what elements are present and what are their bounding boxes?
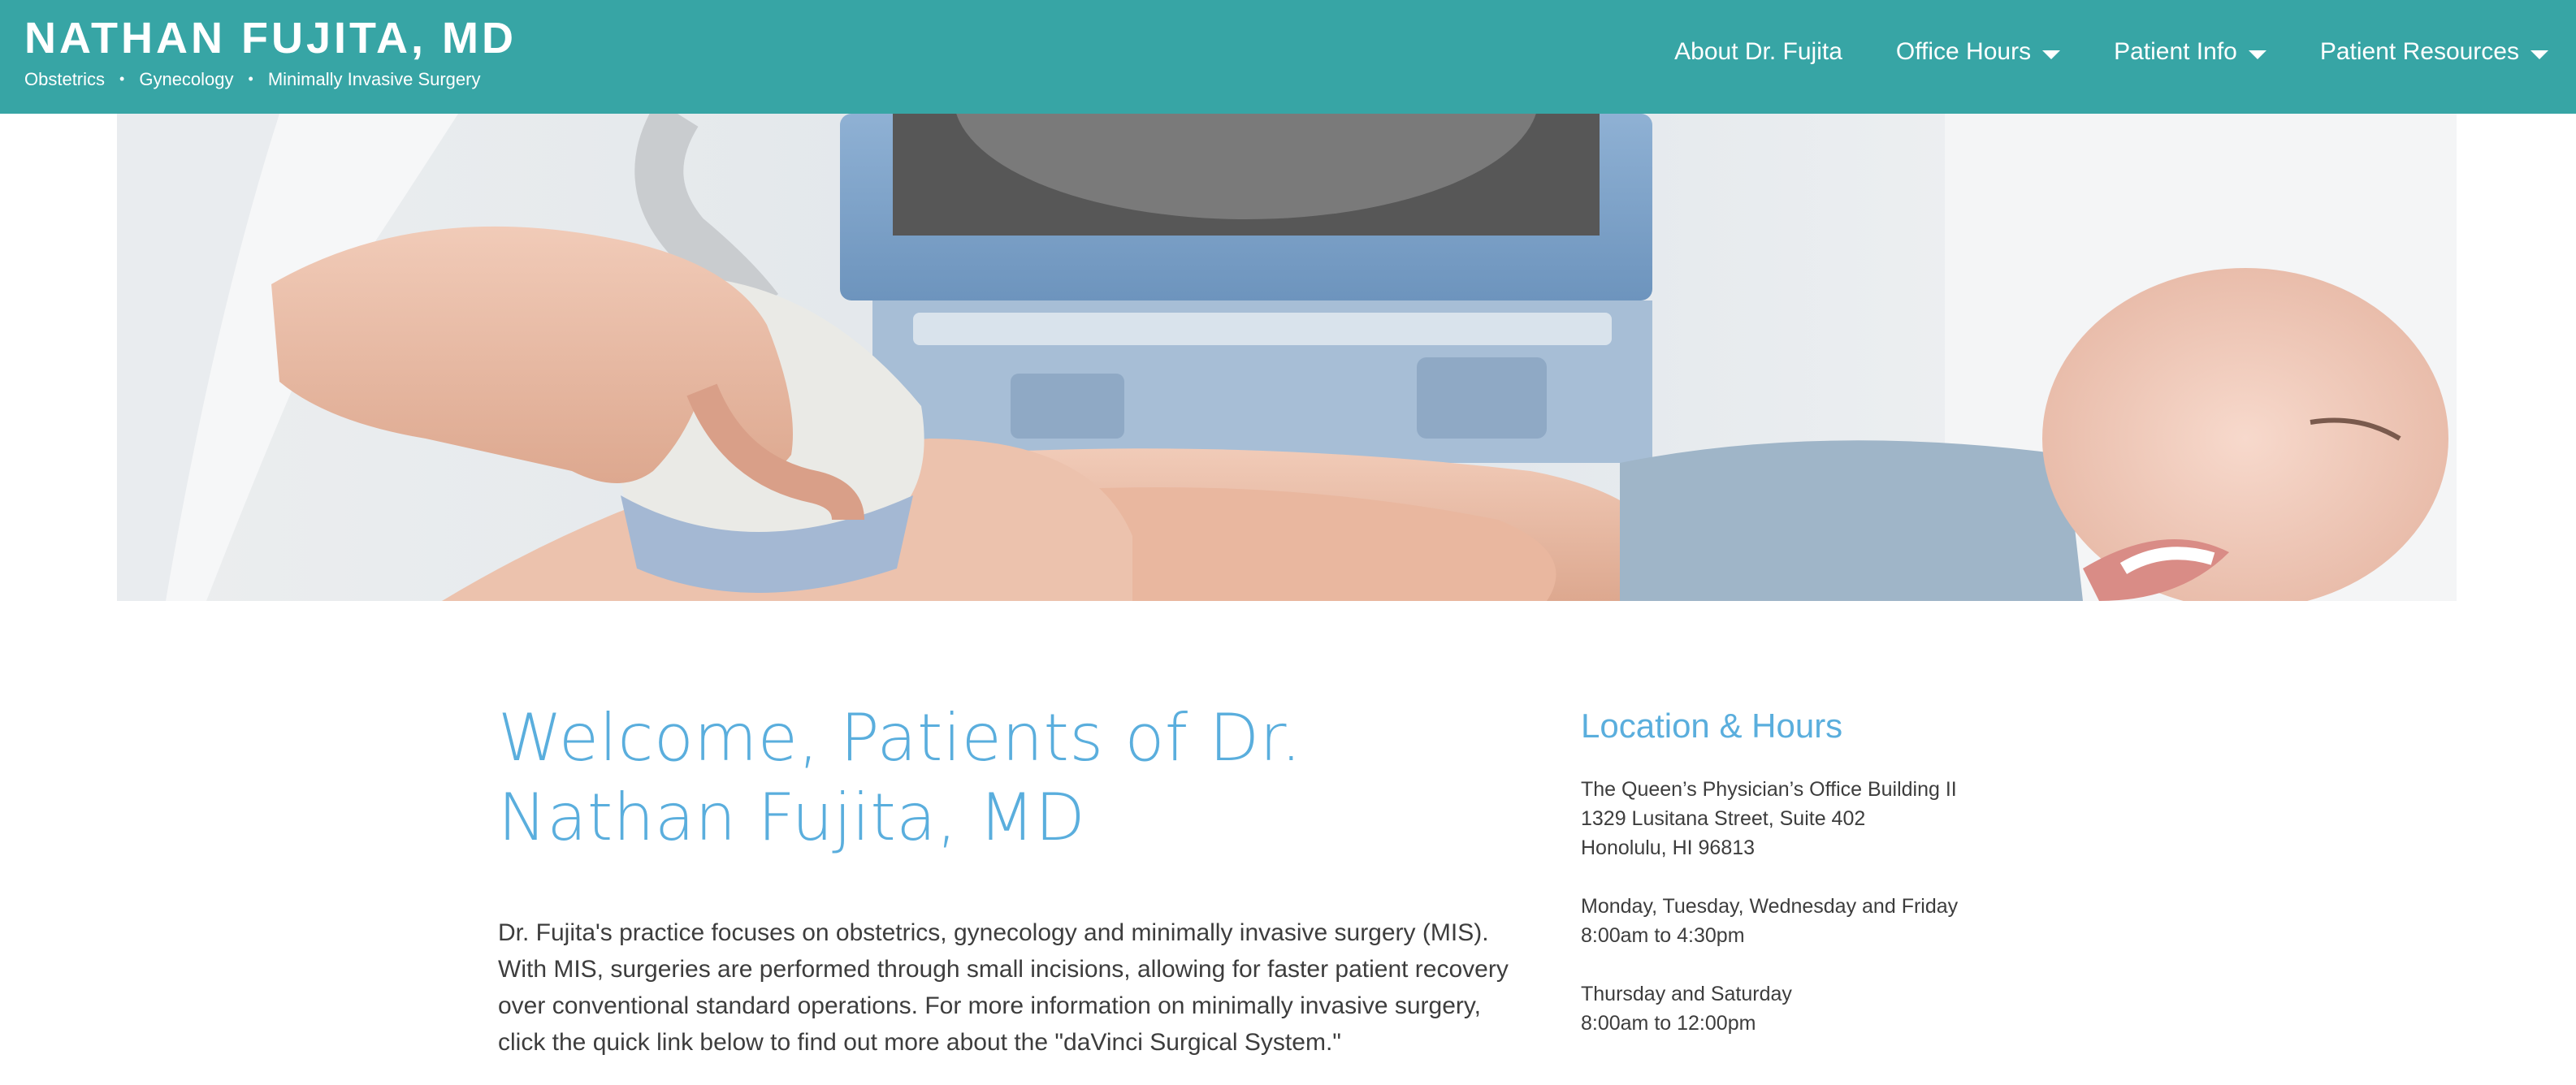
nav-patient-resources[interactable]: Patient Resources bbox=[2320, 31, 2548, 73]
site-header: NATHAN FUJITA, MD Obstetrics • Gynecology •… bbox=[0, 0, 2576, 114]
main-content: Welcome, Patients of Dr. Nathan Fujita, … bbox=[498, 698, 1530, 1085]
hours-days: Monday, Tuesday, Wednesday and Friday bbox=[1581, 895, 1959, 918]
office-address: The Queen’s Physician’s Office Building … bbox=[1581, 775, 2003, 862]
page-title: Welcome, Patients of Dr. Nathan Fujita, … bbox=[498, 700, 1302, 855]
address-line-street: 1329 Lusitana Street, Suite 402 bbox=[1581, 807, 1866, 830]
nav-patient-info-label: Patient Info bbox=[2114, 38, 2237, 65]
hours-weekday: Monday, Tuesday, Wednesday and Friday 8:… bbox=[1581, 892, 2003, 950]
intro-paragraph: Dr. Fujita's practice focuses on obstetr… bbox=[498, 919, 1509, 1056]
address-line-city: Honolulu, HI 96813 bbox=[1581, 836, 1756, 859]
hours-time: 8:00am to 4:30pm bbox=[1581, 924, 1745, 947]
specialties-tagline: Obstetrics • Gynecology • Minimally Invasive… bbox=[24, 68, 517, 92]
nav-about-label: About Dr. Fujita bbox=[1674, 38, 1842, 65]
nav-office-hours-label: Office Hours bbox=[1895, 38, 2032, 65]
main-nav: About Dr. Fujita Office Hours Patient In… bbox=[1621, 31, 2548, 73]
nav-about[interactable]: About Dr. Fujita bbox=[1674, 31, 1842, 73]
separator-dot: • bbox=[119, 71, 125, 87]
ultrasound-exam-photo bbox=[117, 114, 2457, 601]
specialty-mis: Minimally Invasive Surgery bbox=[267, 69, 481, 89]
nav-patient-info[interactable]: Patient Info bbox=[2114, 31, 2266, 73]
location-hours-panel: Location & Hours The Queen’s Physician’s… bbox=[1581, 703, 2003, 1038]
hours-thu-sat: Thursday and Saturday 8:00am to 12:00pm bbox=[1581, 979, 2003, 1038]
nav-patient-resources-label: Patient Resources bbox=[2319, 38, 2519, 65]
nav-office-hours[interactable]: Office Hours bbox=[1895, 31, 2061, 73]
specialty-gynecology: Gynecology bbox=[139, 69, 234, 89]
caret-down-icon bbox=[2531, 50, 2548, 59]
address-line-building: The Queen’s Physician’s Office Building … bbox=[1581, 778, 1957, 801]
caret-down-icon bbox=[2042, 50, 2061, 59]
hours-time: 8:00am to 12:00pm bbox=[1581, 1012, 1756, 1035]
brand[interactable]: NATHAN FUJITA, MD Obstetrics • Gynecology •… bbox=[24, 11, 517, 92]
hours-days: Thursday and Saturday bbox=[1581, 983, 1792, 1005]
separator-dot: • bbox=[248, 71, 253, 87]
site-title[interactable]: NATHAN FUJITA, MD bbox=[24, 11, 517, 65]
hero-image bbox=[117, 114, 2457, 601]
specialty-obstetrics: Obstetrics bbox=[24, 69, 106, 89]
location-hours-heading: Location & Hours bbox=[1581, 707, 1843, 745]
caret-down-icon bbox=[2248, 50, 2266, 59]
